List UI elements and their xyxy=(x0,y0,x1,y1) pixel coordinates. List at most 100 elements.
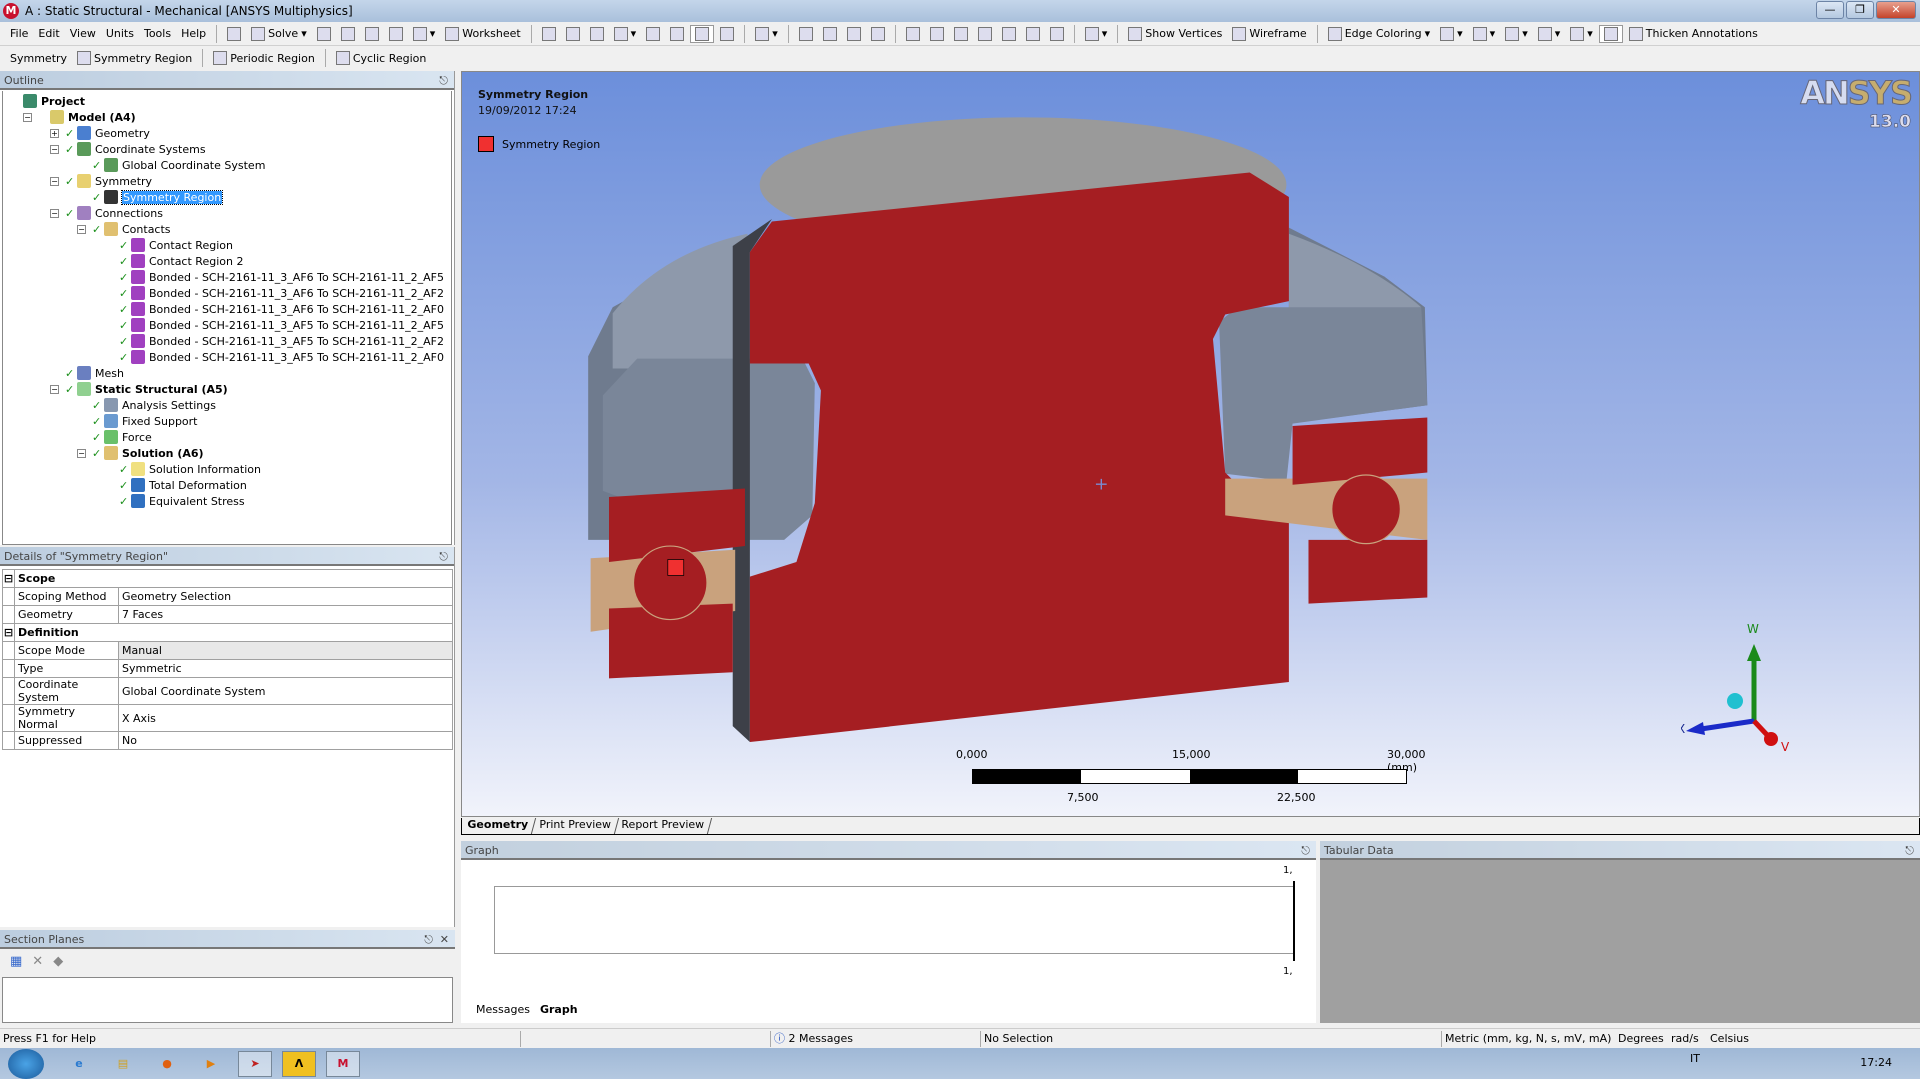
file-button[interactable]: File xyxy=(6,26,32,41)
edge-style-0-icon-button[interactable]: ▾ xyxy=(1436,26,1467,42)
property-value[interactable]: 7 Faces xyxy=(118,605,453,624)
select-edge-icon-button[interactable] xyxy=(666,26,688,42)
chevron-down-icon[interactable]: ▾ xyxy=(301,27,307,40)
thicken-toggle-icon-button[interactable] xyxy=(1598,24,1623,43)
status-rate[interactable]: rad/s xyxy=(1668,1031,1699,1047)
pan-icon-button[interactable] xyxy=(819,26,841,42)
close-button[interactable]: ✕ xyxy=(1876,1,1916,19)
tree-item[interactable]: ✓ Force xyxy=(92,429,152,445)
property-value[interactable]: Geometry Selection xyxy=(118,587,453,606)
graphics-viewport[interactable]: + Symmetry Region 19/09/2012 17:24 Symme… xyxy=(461,71,1920,817)
display-edges-icon[interactable]: ◆ xyxy=(53,954,63,969)
edge-coloring-button[interactable]: Edge Coloring ▾ xyxy=(1324,26,1434,42)
details-row[interactable]: Symmetry Normal X Axis xyxy=(2,704,453,732)
rotate-icon-button[interactable] xyxy=(795,26,817,42)
tree-item[interactable]: ✓ Solution Information xyxy=(119,461,261,477)
tree-item[interactable]: − ✓ Symmetry xyxy=(50,173,152,189)
status-temperature[interactable]: Celsius xyxy=(1707,1031,1749,1047)
expand-icon[interactable]: + xyxy=(50,128,59,138)
select-body-icon-button[interactable] xyxy=(716,26,738,42)
property-value[interactable]: No xyxy=(118,731,453,750)
details-section-definition[interactable]: ⊟ Definition xyxy=(2,623,453,642)
pin-icon[interactable]: ⎋ xyxy=(1905,841,1914,860)
collapse-icon[interactable]: ⊟ xyxy=(2,623,15,642)
section-planes-list[interactable] xyxy=(2,977,453,1023)
pin-icon[interactable]: ⎋ xyxy=(439,547,448,566)
details-row[interactable]: Geometry 7 Faces xyxy=(2,605,453,624)
tree-item[interactable]: ✓ Bonded - SCH-2161-11_3_AF6 To SCH-2161-… xyxy=(119,285,444,301)
property-value[interactable]: Symmetric xyxy=(118,659,453,678)
tab-print-preview[interactable]: Print Preview xyxy=(531,818,619,834)
pin-icon[interactable]: ⎋ xyxy=(439,71,448,90)
chart-icon-button[interactable] xyxy=(361,26,383,42)
tab-graph[interactable]: Graph xyxy=(534,1001,583,1018)
details-row[interactable]: Scoping Method Geometry Selection xyxy=(2,587,453,606)
tree-item[interactable]: ✓ Bonded - SCH-2161-11_3_AF5 To SCH-2161-… xyxy=(119,317,444,333)
ansys-icon[interactable]: Λ xyxy=(282,1050,316,1077)
property-value[interactable]: X Axis xyxy=(118,704,453,732)
restore-button[interactable]: ❐ xyxy=(1846,1,1874,19)
minimize-button[interactable]: — xyxy=(1816,1,1844,19)
zoom-box-icon-button[interactable] xyxy=(867,26,889,42)
status-units[interactable]: Metric (mm, kg, N, s, mV, mA) xyxy=(1441,1031,1611,1047)
symmetry-button[interactable]: Symmetry xyxy=(6,51,71,66)
help-button[interactable]: Help xyxy=(177,26,210,41)
axis-triad[interactable]: W X V xyxy=(1681,611,1861,761)
tree-item[interactable]: Project xyxy=(11,93,85,109)
coordinates-icon-button[interactable] xyxy=(586,26,608,42)
collapse-icon[interactable]: − xyxy=(23,112,32,122)
collapse-icon[interactable]: − xyxy=(77,224,86,234)
chevron-down-icon[interactable]: ▾ xyxy=(430,27,436,40)
select-vertex-icon-button[interactable] xyxy=(642,26,664,42)
property-value[interactable]: Global Coordinate System xyxy=(118,677,453,705)
edit-button[interactable]: Edit xyxy=(34,26,63,41)
periodic-region-button[interactable]: Periodic Region xyxy=(209,50,319,66)
delete-icon[interactable]: ✕ xyxy=(32,954,43,969)
probe-icon-button[interactable] xyxy=(538,26,560,42)
chevron-down-icon[interactable]: ▾ xyxy=(1587,27,1593,40)
tree-item[interactable]: + ✓ Geometry xyxy=(50,125,150,141)
tree-item[interactable]: ✓ Bonded - SCH-2161-11_3_AF5 To SCH-2161-… xyxy=(119,349,444,365)
workbench-icon[interactable]: ➤ xyxy=(238,1050,272,1077)
collapse-icon[interactable]: − xyxy=(50,144,59,154)
collapse-icon[interactable]: − xyxy=(50,384,59,394)
tree-item[interactable]: ✓ Bonded - SCH-2161-11_3_AF6 To SCH-2161-… xyxy=(119,301,444,317)
image-icon-button[interactable]: ▾ xyxy=(409,26,440,42)
tools-button[interactable]: Tools xyxy=(140,26,175,41)
tree-item[interactable]: ✓ Bonded - SCH-2161-11_3_AF5 To SCH-2161-… xyxy=(119,333,444,349)
comment-icon-button[interactable] xyxy=(337,26,359,42)
extend-icon-button[interactable]: ▾ xyxy=(751,26,782,42)
tree-item[interactable]: − ✓ Solution (A6) xyxy=(77,445,204,461)
collapse-icon[interactable]: ⊟ xyxy=(2,569,15,588)
chevron-down-icon[interactable]: ▾ xyxy=(772,27,778,40)
label-icon-button[interactable] xyxy=(562,26,584,42)
iso-icon-button[interactable] xyxy=(998,26,1020,42)
start-button[interactable] xyxy=(8,1048,44,1079)
tree-item[interactable]: ✓ Fixed Support xyxy=(92,413,198,429)
show-vertices-button[interactable]: Show Vertices xyxy=(1124,26,1226,42)
language-indicator[interactable]: IT xyxy=(1690,1052,1700,1065)
edge-style-1-icon-button[interactable]: ▾ xyxy=(1469,26,1500,42)
next-view-icon-button[interactable] xyxy=(1046,26,1068,42)
status-angle[interactable]: Degrees xyxy=(1615,1031,1664,1047)
new-section-plane-icon[interactable]: ▦ xyxy=(10,954,22,969)
box-zoom-icon-button[interactable] xyxy=(926,26,948,42)
property-value[interactable]: Manual xyxy=(118,641,453,660)
zoom-icon-button[interactable] xyxy=(843,26,865,42)
tree-item[interactable]: ✓ Bonded - SCH-2161-11_3_AF6 To SCH-2161-… xyxy=(119,269,444,285)
tree-item[interactable]: ✓ Mesh xyxy=(65,365,124,381)
units-button[interactable]: Units xyxy=(102,26,138,41)
clock[interactable]: 17:24 xyxy=(1860,1056,1892,1069)
tree-item[interactable]: ✓ Contact Region 2 xyxy=(119,253,243,269)
chevron-down-icon[interactable]: ▾ xyxy=(1555,27,1561,40)
tab-geometry[interactable]: Geometry xyxy=(459,818,536,834)
chevron-down-icon[interactable]: ▾ xyxy=(1490,27,1496,40)
chevron-down-icon[interactable]: ▾ xyxy=(1457,27,1463,40)
tree-item[interactable]: − ✓ Contacts xyxy=(77,221,171,237)
new-section-icon-button[interactable] xyxy=(313,26,335,42)
chevron-down-icon[interactable]: ▾ xyxy=(631,27,637,40)
zoom-in-icon-button[interactable] xyxy=(950,26,972,42)
select-face-icon-button[interactable] xyxy=(690,24,715,43)
chevron-down-icon[interactable]: ▾ xyxy=(1522,27,1528,40)
details-row[interactable]: Scope Mode Manual xyxy=(2,641,453,660)
